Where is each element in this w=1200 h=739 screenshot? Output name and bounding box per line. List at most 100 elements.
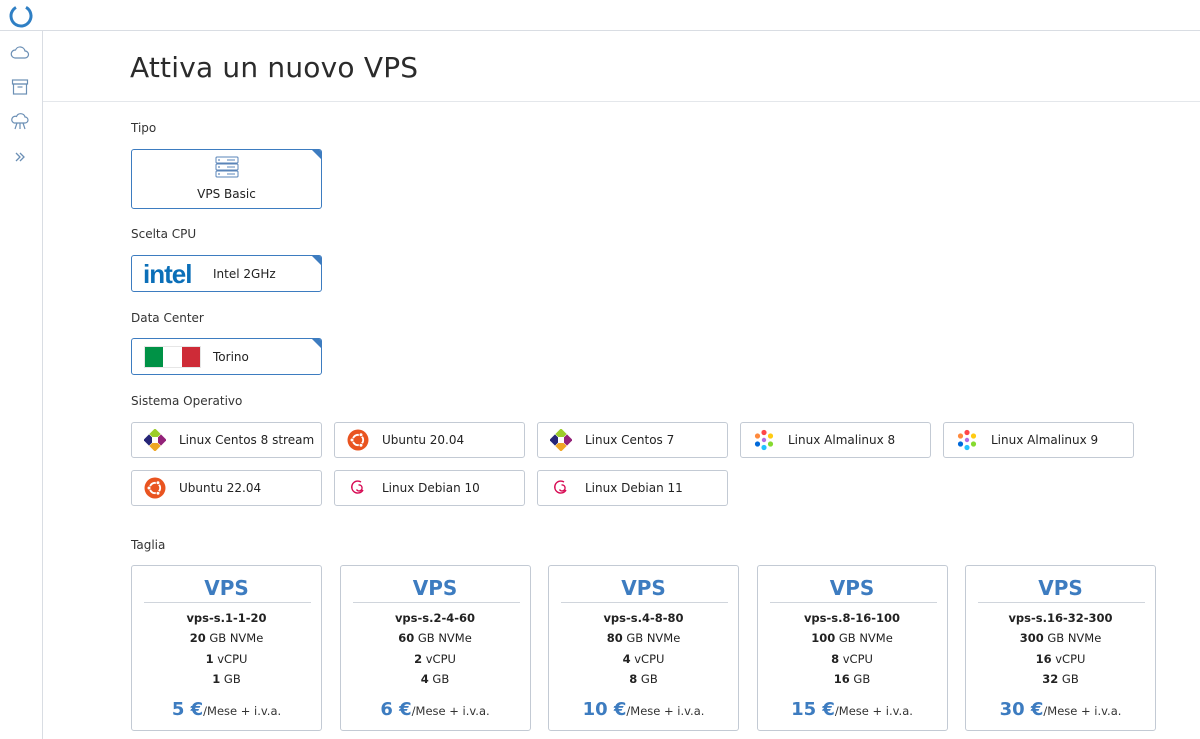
- type-option-label: VPS Basic: [197, 187, 256, 201]
- type-option-vps-basic[interactable]: VPS Basic: [131, 149, 322, 209]
- plan-divider: [978, 602, 1145, 603]
- selected-corner-marker: [311, 150, 321, 160]
- os-option-linux-almalinux-9[interactable]: Linux Almalinux 9: [943, 422, 1134, 458]
- plan-divider: [352, 602, 520, 603]
- plan-ram: 8 GB: [629, 672, 658, 686]
- flag-stripe-green: [145, 347, 164, 367]
- plan-name: vps-s.1-1-20: [186, 611, 267, 625]
- plan-price-suffix: /Mese + i.v.a.: [626, 704, 705, 718]
- intel-logo-icon: intel: [143, 259, 192, 289]
- cpu-option-intel[interactable]: intel Intel 2GHz: [131, 255, 322, 292]
- plan-price-amount: 5 €: [171, 699, 204, 720]
- plan-cpu: 8 vCPU: [831, 652, 873, 666]
- section-label-cpu: Scelta CPU: [131, 227, 197, 241]
- plan-price-amount: 30 €: [999, 699, 1044, 720]
- sidebar: [0, 31, 43, 739]
- selected-corner-marker: [311, 256, 321, 266]
- os-option-label: Linux Centos 8 stream: [179, 433, 315, 447]
- plan-ram: 16 GB: [833, 672, 871, 686]
- os-option-ubuntu-22-04[interactable]: Ubuntu 22.04: [131, 470, 322, 506]
- os-option-label: Ubuntu 22.04: [179, 481, 262, 495]
- plan-price: 30 €/Mese + i.v.a.: [966, 699, 1155, 720]
- os-option-linux-debian-10[interactable]: Linux Debian 10: [334, 470, 525, 506]
- datacenter-option-label: Torino: [213, 350, 249, 364]
- os-option-ubuntu-20-04[interactable]: Ubuntu 20.04: [334, 422, 525, 458]
- plan-card-vps-s-4-8-80[interactable]: VPS vps-s.4-8-80 80 GB NVMe 4 vCPU 8 GB 10 €/…: [548, 565, 739, 731]
- os-option-linux-centos-8-stream[interactable]: Linux Centos 8 stream: [131, 422, 322, 458]
- plan-name: vps-s.8-16-100: [803, 611, 901, 625]
- plan-title: VPS: [204, 576, 249, 600]
- almalinux-icon: [956, 429, 978, 451]
- datacenter-option-torino[interactable]: Torino: [131, 338, 322, 375]
- page-header: Attiva un nuovo VPS: [43, 31, 1200, 102]
- plan-price-suffix: /Mese + i.v.a.: [1043, 704, 1122, 718]
- os-option-label: Linux Almalinux 9: [991, 433, 1099, 447]
- plan-title: VPS: [1038, 576, 1083, 600]
- cpu-option-label: Intel 2GHz: [213, 267, 276, 281]
- plan-title: VPS: [412, 576, 458, 600]
- plan-disk: 20 GB NVMe: [189, 631, 264, 645]
- plan-price-suffix: /Mese + i.v.a.: [203, 704, 282, 718]
- italy-flag-icon: [144, 346, 201, 368]
- os-option-linux-centos-7[interactable]: Linux Centos 7: [537, 422, 728, 458]
- archive-box-icon[interactable]: [10, 77, 30, 97]
- debian-icon: [550, 477, 572, 499]
- plan-card-vps-s-16-32-300[interactable]: VPS vps-s.16-32-300 300 GB NVMe 16 vCPU 32 G…: [965, 565, 1156, 731]
- server-icon: [215, 156, 239, 178]
- section-label-datacenter: Data Center: [131, 311, 204, 325]
- cloud-icon[interactable]: [10, 43, 30, 63]
- plan-price: 10 €/Mese + i.v.a.: [549, 699, 738, 720]
- os-option-linux-debian-11[interactable]: Linux Debian 11: [537, 470, 728, 506]
- os-option-label: Linux Almalinux 8: [788, 433, 896, 447]
- plan-card-vps-s-1-1-20[interactable]: VPS vps-s.1-1-20 20 GB NVMe 1 vCPU 1 GB 5 €/M…: [131, 565, 322, 731]
- almalinux-icon: [753, 429, 775, 451]
- plan-card-vps-s-2-4-60[interactable]: VPS vps-s.2-4-60 60 GB NVMe 2 vCPU 4 GB 6 €/M…: [339, 565, 531, 731]
- plan-divider: [561, 602, 728, 603]
- os-option-label: Linux Centos 7: [585, 433, 675, 447]
- plan-price-amount: 15 €: [791, 699, 835, 720]
- plan-ram: 1 GB: [212, 672, 241, 686]
- ubuntu-icon: [347, 429, 369, 451]
- debian-icon: [347, 477, 369, 499]
- plan-divider: [769, 602, 937, 603]
- plan-cpu: 16 vCPU: [1035, 652, 1086, 666]
- plan-title: VPS: [829, 576, 875, 600]
- top-bar: [0, 0, 1200, 31]
- plan-price: 15 €/Mese + i.v.a.: [758, 699, 947, 720]
- plan-cpu: 1 vCPU: [205, 652, 248, 666]
- page-title: Attiva un nuovo VPS: [130, 51, 419, 84]
- plan-price-suffix: /Mese + i.v.a.: [834, 704, 913, 718]
- section-label-os: Sistema Operativo: [131, 394, 243, 408]
- os-option-label: Linux Debian 11: [585, 481, 683, 495]
- plan-card-vps-s-8-16-100[interactable]: VPS vps-s.8-16-100 100 GB NVMe 8 vCPU 16 GB 1…: [756, 565, 948, 731]
- cloud-network-icon[interactable]: [10, 112, 30, 132]
- plan-cpu: 4 vCPU: [622, 652, 665, 666]
- plan-disk: 100 GB NVMe: [811, 631, 893, 645]
- section-label-tipo: Tipo: [131, 121, 157, 135]
- flag-stripe-red: [181, 347, 200, 367]
- plan-title: VPS: [621, 576, 666, 600]
- brand-logo-icon[interactable]: [8, 3, 34, 29]
- os-option-label: Ubuntu 20.04: [382, 433, 465, 447]
- flag-stripe-white: [163, 347, 182, 367]
- plan-ram: 32 GB: [1042, 672, 1079, 686]
- selected-corner-marker: [311, 339, 321, 349]
- plan-name: vps-s.4-8-80: [603, 611, 684, 625]
- plan-price-amount: 10 €: [582, 699, 627, 720]
- plan-price-amount: 6 €: [380, 699, 412, 720]
- plan-disk: 80 GB NVMe: [606, 631, 681, 645]
- plan-price: 5 €/Mese + i.v.a.: [132, 699, 321, 720]
- centos-icon: [549, 428, 573, 452]
- centos-icon: [143, 428, 167, 452]
- plan-ram: 4 GB: [420, 672, 450, 686]
- double-chevron-right-icon[interactable]: [10, 147, 30, 167]
- os-option-linux-almalinux-8[interactable]: Linux Almalinux 8: [740, 422, 931, 458]
- section-label-taglia: Taglia: [131, 538, 166, 552]
- plan-disk: 300 GB NVMe: [1019, 631, 1102, 645]
- plan-cpu: 2 vCPU: [414, 652, 456, 666]
- plan-price: 6 €/Mese + i.v.a.: [341, 699, 530, 720]
- plan-name: vps-s.16-32-300: [1008, 611, 1113, 625]
- plan-price-suffix: /Mese + i.v.a.: [411, 704, 490, 718]
- plan-divider: [144, 602, 311, 603]
- plan-disk: 60 GB NVMe: [398, 631, 472, 645]
